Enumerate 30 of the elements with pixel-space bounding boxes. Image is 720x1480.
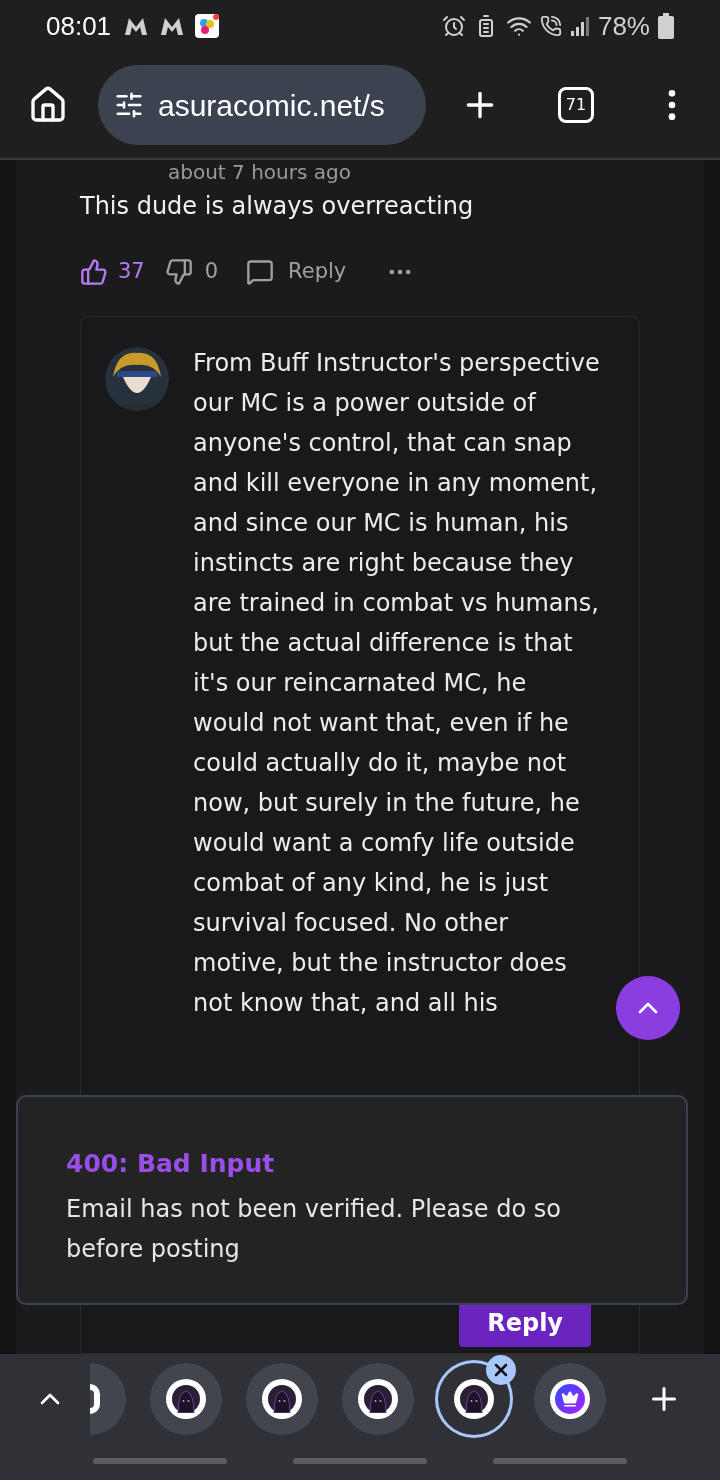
avatar — [105, 347, 169, 411]
error-title: 400: Bad Input — [66, 1148, 276, 1180]
hooded-figure-icon — [364, 1385, 392, 1413]
crown-icon — [555, 1384, 585, 1414]
battery-percent: 78% — [597, 9, 650, 43]
like-icon[interactable] — [80, 258, 108, 286]
reply-link[interactable]: Reply — [246, 256, 347, 288]
tab-count-button[interactable]: 71 — [558, 87, 594, 123]
dislike-icon[interactable] — [164, 258, 193, 286]
error-message: Email has not been verified. Please do so before posting — [66, 1193, 562, 1265]
url-text: asuracomic.net/s — [158, 87, 385, 124]
comment-icon — [246, 258, 275, 286]
signal-icon — [569, 15, 590, 37]
dislike-count: 0 — [204, 258, 219, 286]
comment-time: about 7 hours ago — [168, 160, 352, 184]
home-icon[interactable] — [28, 85, 68, 125]
comment-text: This dude is always overreacting — [80, 191, 475, 222]
wifi-call-icon — [539, 15, 562, 37]
status-time: 08:01 — [46, 9, 112, 43]
battery-icon — [658, 13, 674, 39]
hooded-figure-icon — [172, 1385, 200, 1413]
app-icon — [195, 14, 220, 38]
like-count: 37 — [118, 258, 145, 286]
hooded-figure-icon — [268, 1385, 296, 1413]
site-settings-icon[interactable] — [114, 90, 144, 120]
address-bar[interactable]: asuracomic.net/s — [98, 65, 426, 145]
close-icon[interactable] — [486, 1355, 516, 1385]
hooded-figure-icon — [460, 1385, 488, 1413]
alarm-icon — [441, 14, 466, 38]
reply-text: From Buff Instructor's perspective our MC is a power outside of anyone's control, that can snap and kill everyone in any moment, and since our MC is human, his instincts are right because they are trained in combat vs humans, but the actual difference is that it's our reincarnated MC, he would not want that, even if he could actually do it, maybe not now, but surely in the future, he would want a comfy life outside combat of any kind, he is just survival focused. No other motive, but the instructor does not know that, and all his — [193, 348, 601, 1019]
